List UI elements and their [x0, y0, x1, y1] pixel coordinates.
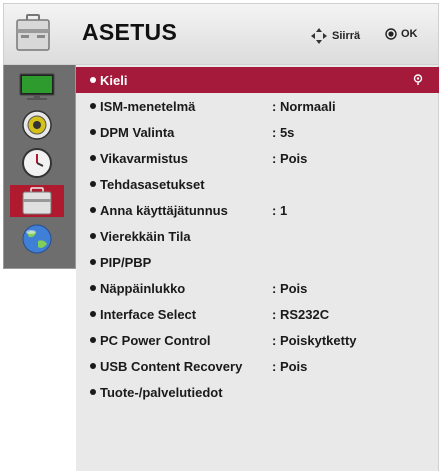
menu-item-label: PIP/PBP	[100, 254, 152, 270]
menu-item-value: : 5s	[272, 124, 295, 140]
bullet-icon	[90, 285, 96, 292]
bullet-icon	[90, 311, 96, 318]
menu-item-vierekkain[interactable]: Vierekkäin Tila	[76, 223, 439, 249]
ok-hint-label: OK	[401, 28, 418, 40]
clock-time-icon	[22, 148, 52, 178]
settings-osd: ASETUS Siirrä OK Kieli ISM-menetelmä: N…	[1, 1, 440, 471]
sidebar-item-picture[interactable]	[10, 71, 64, 103]
menu-item-ism[interactable]: ISM-menetelmä : Normaali	[76, 93, 439, 119]
bullet-icon	[90, 207, 96, 214]
sidebar-item-sound[interactable]	[10, 109, 64, 141]
menu-item-label: DPM Valinta	[100, 124, 175, 140]
bullet-icon	[90, 103, 96, 110]
menu-item-tuote-palvelutiedot[interactable]: Tuote-/palvelutiedot	[76, 379, 439, 405]
bullet-icon	[90, 363, 96, 370]
menu-item-kieli[interactable]: Kieli	[76, 67, 439, 93]
menu-item-label: USB Content Recovery	[100, 358, 243, 374]
menu-item-pip-pbp[interactable]: PIP/PBP	[76, 249, 439, 275]
move-hint: Siirrä	[311, 28, 360, 44]
menu-item-pc-power-control[interactable]: PC Power Control : Poiskytketty	[76, 327, 439, 353]
bullet-icon	[90, 181, 96, 188]
bullet-icon	[90, 233, 96, 240]
menu-item-dpm[interactable]: DPM Valinta : 5s	[76, 119, 439, 145]
menu-item-value: : RS232C	[272, 306, 330, 322]
category-sidebar	[3, 65, 76, 269]
menu-item-label: Tuote-/palvelutiedot	[100, 384, 223, 400]
toolbox-icon	[16, 14, 50, 51]
header-bar: ASETUS Siirrä OK	[3, 3, 439, 65]
menu-item-usb-content-recovery[interactable]: USB Content Recovery : Pois	[76, 353, 439, 379]
menu-item-label: Anna käyttäjätunnus	[100, 202, 228, 218]
menu-item-kayttajatunnus[interactable]: Anna käyttäjätunnus : 1	[76, 197, 439, 223]
menu-item-label: Tehdasasetukset	[100, 176, 205, 192]
sidebar-item-setup[interactable]	[10, 185, 64, 217]
menu-item-nappainlukko[interactable]: Näppäinlukko : Pois	[76, 275, 439, 301]
speaker-sound-icon	[22, 110, 52, 140]
arrow-keys-icon	[311, 28, 327, 44]
sidebar-item-time[interactable]	[10, 147, 64, 179]
menu-item-value: : 1	[272, 202, 288, 218]
move-hint-label: Siirrä	[332, 30, 361, 42]
bullet-icon	[90, 129, 96, 136]
bullet-icon	[90, 259, 96, 266]
menu-item-value: : Normaali	[272, 98, 336, 114]
menu-item-value: : Pois	[272, 358, 308, 374]
menu-item-label: Interface Select	[100, 306, 197, 322]
menu-item-value: : Pois	[272, 280, 308, 296]
menu-panel: Kieli ISM-menetelmä : Normaali DPM Valin…	[76, 65, 439, 471]
sidebar-item-network[interactable]	[10, 223, 64, 255]
ok-hint: OK	[385, 28, 418, 40]
globe-network-icon	[22, 224, 52, 254]
menu-item-value: : Poiskytketty	[272, 332, 357, 348]
menu-item-label: Näppäinlukko	[100, 280, 186, 296]
menu-item-label: Vierekkäin Tila	[100, 228, 191, 244]
bullet-icon	[90, 337, 96, 344]
ok-button-icon	[385, 28, 397, 40]
bullet-icon	[90, 77, 96, 84]
menu-item-label: PC Power Control	[100, 332, 211, 348]
page-title: ASETUS	[82, 19, 178, 45]
menu-item-label: Vikavarmistus	[100, 150, 188, 166]
bullet-icon	[90, 389, 96, 396]
enter-pin-icon	[413, 74, 423, 85]
menu-item-interface-select[interactable]: Interface Select : RS232C	[76, 301, 439, 327]
bullet-icon	[90, 155, 96, 162]
menu-item-label: Kieli	[100, 72, 128, 88]
menu-item-vikavarmistus[interactable]: Vikavarmistus : Pois	[76, 145, 439, 171]
menu-item-label: ISM-menetelmä	[100, 98, 196, 114]
menu-item-tehdasasetukset[interactable]: Tehdasasetukset	[76, 171, 439, 197]
toolbox-setup-icon	[22, 187, 52, 215]
menu-item-value: : Pois	[272, 150, 308, 166]
monitor-picture-icon	[19, 73, 55, 100]
